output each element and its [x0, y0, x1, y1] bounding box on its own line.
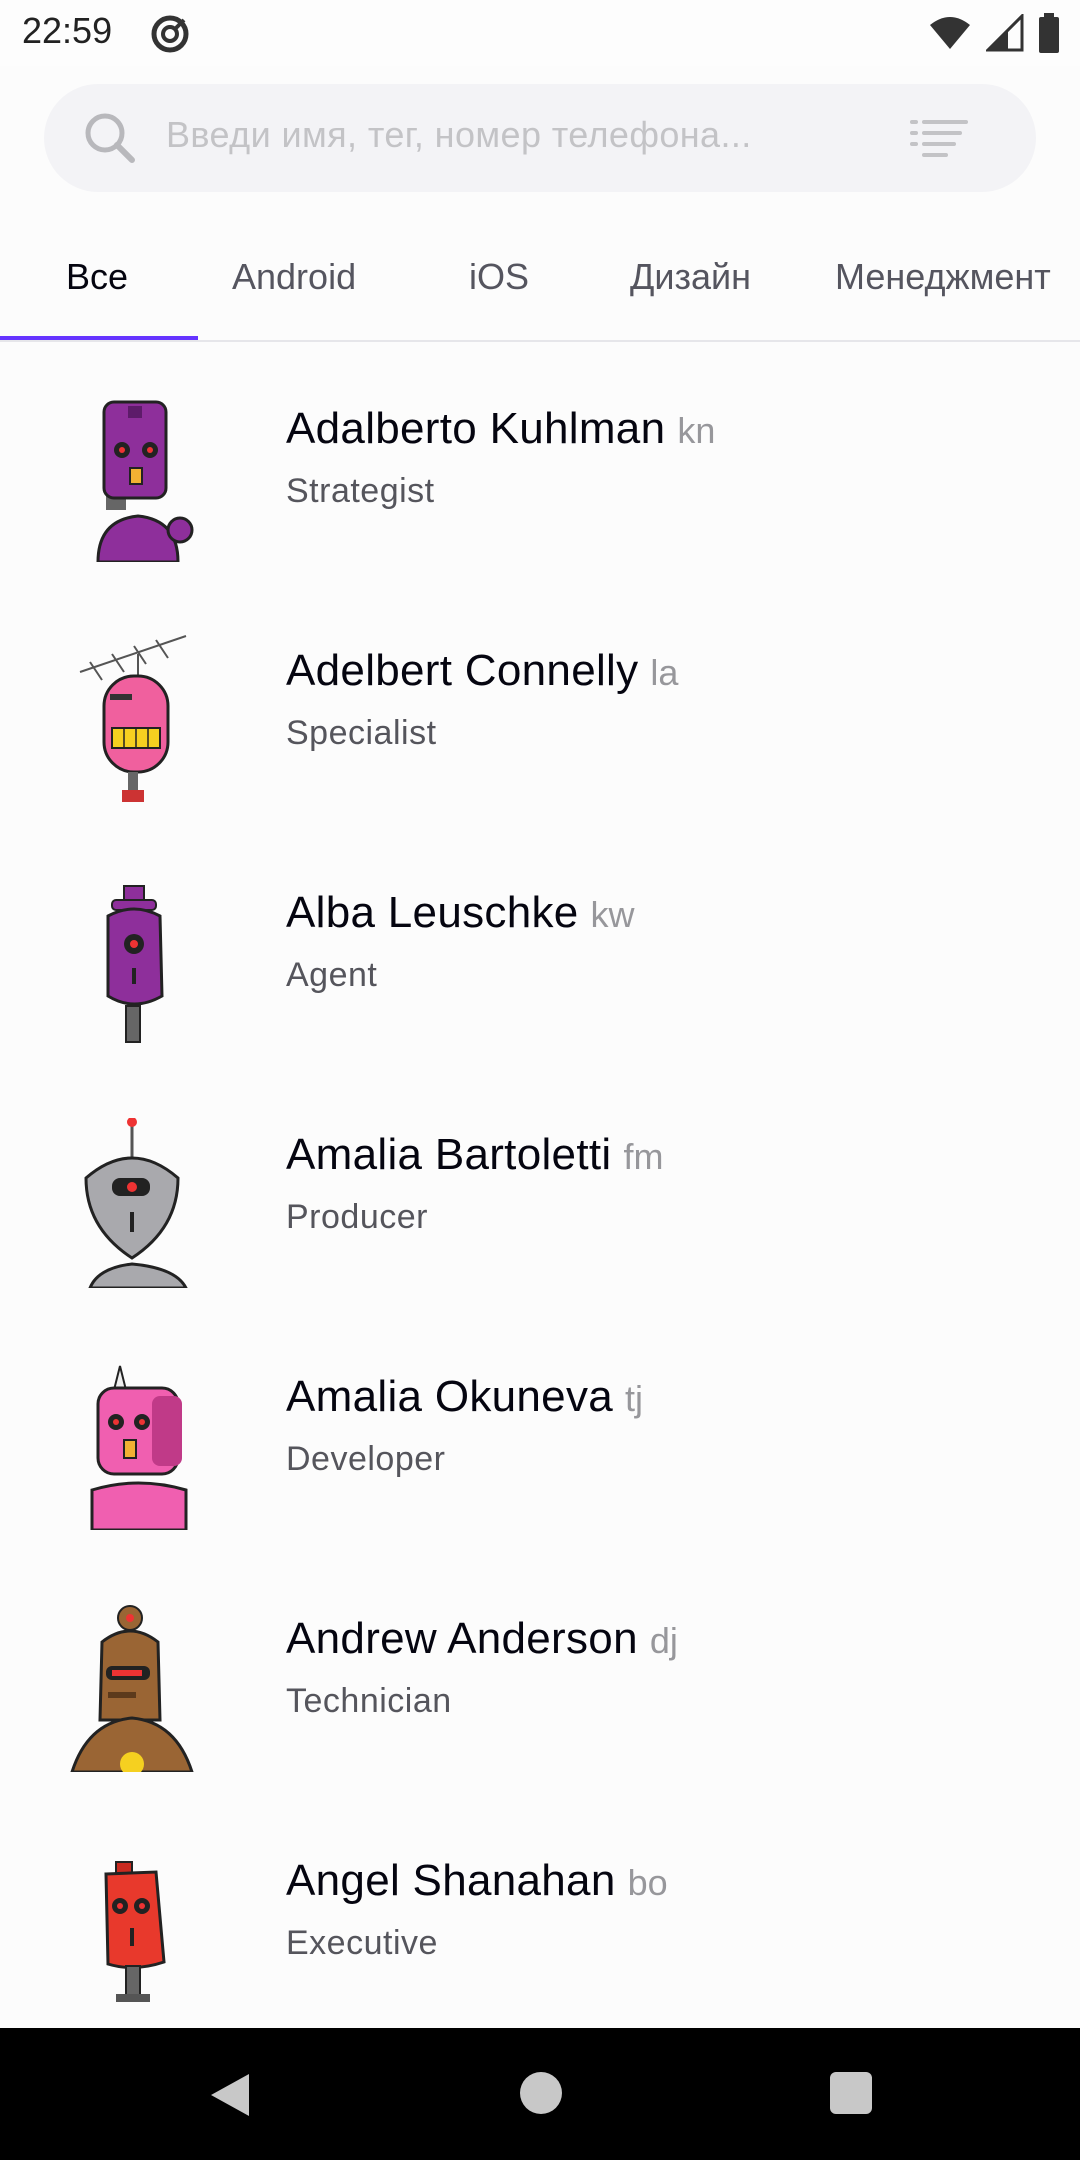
- tab-design[interactable]: Дизайн: [630, 256, 751, 298]
- robot-avatar-icon: [90, 1365, 188, 1530]
- robot-avatar-icon: [84, 1118, 188, 1288]
- contact-name-line: Adelbert Connelly la: [286, 646, 678, 696]
- robot-avatar-icon: [79, 635, 187, 802]
- battery-icon: [1039, 13, 1059, 53]
- contact-role: Agent: [286, 956, 378, 994]
- contact-row[interactable]: Amalia Okuneva tj Developer: [0, 1310, 1080, 1552]
- contact-tag: bo: [627, 1862, 668, 1903]
- contact-tag: dj: [649, 1620, 678, 1661]
- robot-avatar-icon: [106, 885, 164, 1043]
- contact-name-line: Angel Shanahan bo: [286, 1856, 668, 1906]
- tab-ios[interactable]: iOS: [469, 256, 529, 298]
- contact-row[interactable]: Andrew Anderson dj Technician: [0, 1552, 1080, 1794]
- contact-name: Amalia Okuneva: [286, 1372, 614, 1421]
- tab-bar: Все Android iOS Дизайн Менеджмент: [0, 232, 1080, 342]
- robot-avatar-icon: [96, 400, 194, 562]
- tab-all[interactable]: Все: [66, 256, 128, 298]
- contact-name: Angel Shanahan: [286, 1856, 616, 1905]
- robot-avatar-icon: [104, 1861, 166, 2002]
- back-triangle-icon[interactable]: [205, 2070, 253, 2120]
- contact-role: Strategist: [286, 472, 435, 510]
- wifi-icon: [930, 17, 970, 49]
- contact-row[interactable]: Adalberto Kuhlman kn Strategist: [0, 342, 1080, 584]
- tab-android[interactable]: Android: [232, 256, 356, 298]
- contact-name: Andrew Anderson: [286, 1614, 638, 1663]
- filter-sort-icon[interactable]: [910, 118, 968, 158]
- contact-role: Technician: [286, 1682, 452, 1720]
- contact-row[interactable]: Angel Shanahan bo Executive: [0, 1794, 1080, 2036]
- contact-role: Producer: [286, 1198, 428, 1236]
- contact-name: Adalberto Kuhlman: [286, 404, 666, 453]
- contact-tag: la: [650, 652, 679, 693]
- do-not-disturb-icon: [151, 15, 189, 53]
- status-bar: 22:59: [0, 0, 1080, 66]
- contact-name-line: Amalia Bartoletti fm: [286, 1130, 663, 1180]
- contact-tag: kw: [590, 894, 635, 935]
- search-input[interactable]: Введи имя, тег, номер телефона...: [166, 114, 752, 156]
- contact-name-line: Alba Leuschke kw: [286, 888, 635, 938]
- recents-square-icon[interactable]: [830, 2072, 872, 2114]
- contact-row[interactable]: Adelbert Connelly la Specialist: [0, 584, 1080, 826]
- contact-name-line: Andrew Anderson dj: [286, 1614, 678, 1664]
- contact-name-line: Amalia Okuneva tj: [286, 1372, 643, 1422]
- contact-row[interactable]: Alba Leuschke kw Agent: [0, 826, 1080, 1068]
- system-nav-bar: [0, 2028, 1080, 2160]
- cell-signal-icon: [986, 14, 1024, 52]
- contact-row[interactable]: Amalia Bartoletti fm Producer: [0, 1068, 1080, 1310]
- contact-name-line: Adalberto Kuhlman kn: [286, 404, 715, 454]
- contact-tag: tj: [625, 1378, 644, 1419]
- contact-role: Executive: [286, 1924, 438, 1962]
- contact-role: Developer: [286, 1440, 446, 1478]
- contact-tag: kn: [677, 410, 716, 451]
- search-bar[interactable]: Введи имя, тег, номер телефона...: [44, 84, 1036, 192]
- search-icon: [85, 113, 135, 163]
- contact-name: Amalia Bartoletti: [286, 1130, 612, 1179]
- status-time: 22:59: [22, 10, 113, 51]
- status-icons: [928, 12, 1060, 54]
- tab-management[interactable]: Менеджмент: [835, 256, 1051, 298]
- robot-avatar-icon: [70, 1605, 194, 1772]
- contact-name: Adelbert Connelly: [286, 646, 639, 695]
- contact-role: Specialist: [286, 714, 437, 752]
- home-circle-icon[interactable]: [520, 2072, 562, 2114]
- contact-tag: fm: [623, 1136, 664, 1177]
- contact-name: Alba Leuschke: [286, 888, 579, 937]
